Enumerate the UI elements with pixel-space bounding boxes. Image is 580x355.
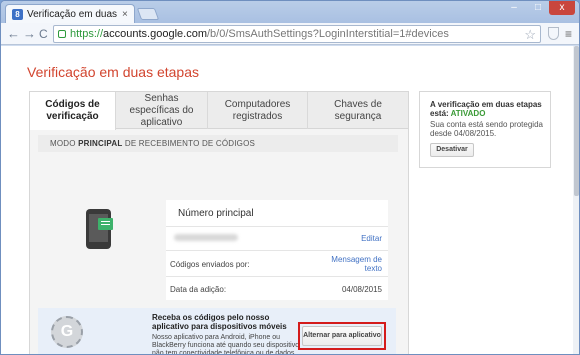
back-arrow-icon[interactable]: ← [7, 27, 20, 41]
sent-via-value[interactable]: Mensagem de texto [330, 255, 382, 273]
settings-tabs: Códigos de verificação Senhas específica… [30, 92, 408, 130]
google-authenticator-icon: G [51, 316, 83, 348]
status-panel: A verificação em duas etapas está: ATIVA… [419, 91, 551, 168]
browser-window: 8 Verificação em duas etapa × – □ x ← → … [0, 0, 580, 355]
close-window-button[interactable]: x [549, 1, 575, 15]
tab-app-passwords[interactable]: Senhas específicas do aplicativo [116, 92, 208, 129]
maximize-button[interactable]: □ [527, 1, 549, 15]
scrollbar[interactable] [573, 46, 579, 354]
lock-icon [58, 30, 66, 38]
browser-tab[interactable]: 8 Verificação em duas etapa × [5, 4, 135, 23]
added-date-label: Data da adição: [170, 285, 227, 294]
tab-close-icon[interactable]: × [122, 9, 128, 20]
tab-security-keys[interactable]: Chaves de segurança [308, 92, 408, 129]
sent-via-label: Códigos enviados por: [170, 260, 250, 269]
primary-number-panel: Número principal Editar Códigos enviados… [166, 200, 388, 300]
forward-arrow-icon[interactable]: → [23, 27, 36, 41]
highlight-box: Alternar para aplicativo [298, 322, 386, 350]
menu-icon[interactable]: ≡ [565, 27, 572, 41]
shield-extension-icon[interactable] [548, 27, 559, 40]
bookmark-star-icon[interactable]: ☆ [524, 27, 536, 43]
google-favicon-icon: 8 [12, 8, 23, 20]
address-bar[interactable]: https://accounts.google.com/b/0/SmsAuthS… [53, 25, 541, 43]
status-title: A verificação em duas etapas está: ATIVA… [430, 100, 542, 118]
added-date-row: Data da adição: 04/08/2015 [166, 276, 388, 300]
tab-title: Verificação em duas etapa [27, 8, 119, 20]
switch-to-app-button[interactable]: Alternar para aplicativo [302, 326, 382, 346]
page-title: Verificação em duas etapas [27, 64, 199, 80]
primary-number-title: Número principal [178, 208, 254, 219]
settings-card: Códigos de verificação Senhas específica… [29, 91, 409, 355]
redacted-phone-number [174, 234, 238, 241]
new-tab-button[interactable] [136, 8, 160, 20]
promo-description: Nosso aplicativo para Android, iPhone ou… [152, 334, 300, 355]
title-bar: 8 Verificação em duas etapa × – □ x [1, 1, 579, 23]
section-header: MODO PRINCIPAL DE RECEBIMENTO DE CÓDIGOS [38, 135, 398, 152]
authenticator-promo: G Receba os códigos pelo nosso aplicativ… [38, 308, 396, 355]
disable-button[interactable]: Desativar [430, 143, 474, 157]
status-badge: ATIVADO [450, 109, 486, 118]
minimize-button[interactable]: – [503, 1, 525, 15]
tab-registered-computers[interactable]: Computadores registrados [208, 92, 308, 129]
tab-verification-codes[interactable]: Códigos de verificação [30, 92, 116, 130]
added-date-value: 04/08/2015 [341, 285, 382, 294]
reload-icon[interactable]: C [39, 27, 48, 41]
status-description: Sua conta está sendo protegida desde 04/… [430, 120, 543, 138]
edit-link[interactable]: Editar [361, 234, 382, 243]
phone-number-row: Editar [166, 226, 388, 250]
page-content: Verificação em duas etapas Códigos de ve… [1, 46, 573, 355]
browser-toolbar: ← → C https://accounts.google.com/b/0/Sm… [1, 23, 579, 45]
url-text: https://accounts.google.com/b/0/SmsAuthS… [70, 28, 449, 40]
phone-sms-icon [86, 209, 113, 249]
sent-via-row: Códigos enviados por: Mensagem de texto [166, 250, 388, 276]
promo-title: Receba os códigos pelo nosso aplicativo … [152, 313, 287, 331]
window-controls: – □ x [499, 1, 579, 17]
scroll-thumb[interactable] [574, 46, 579, 196]
